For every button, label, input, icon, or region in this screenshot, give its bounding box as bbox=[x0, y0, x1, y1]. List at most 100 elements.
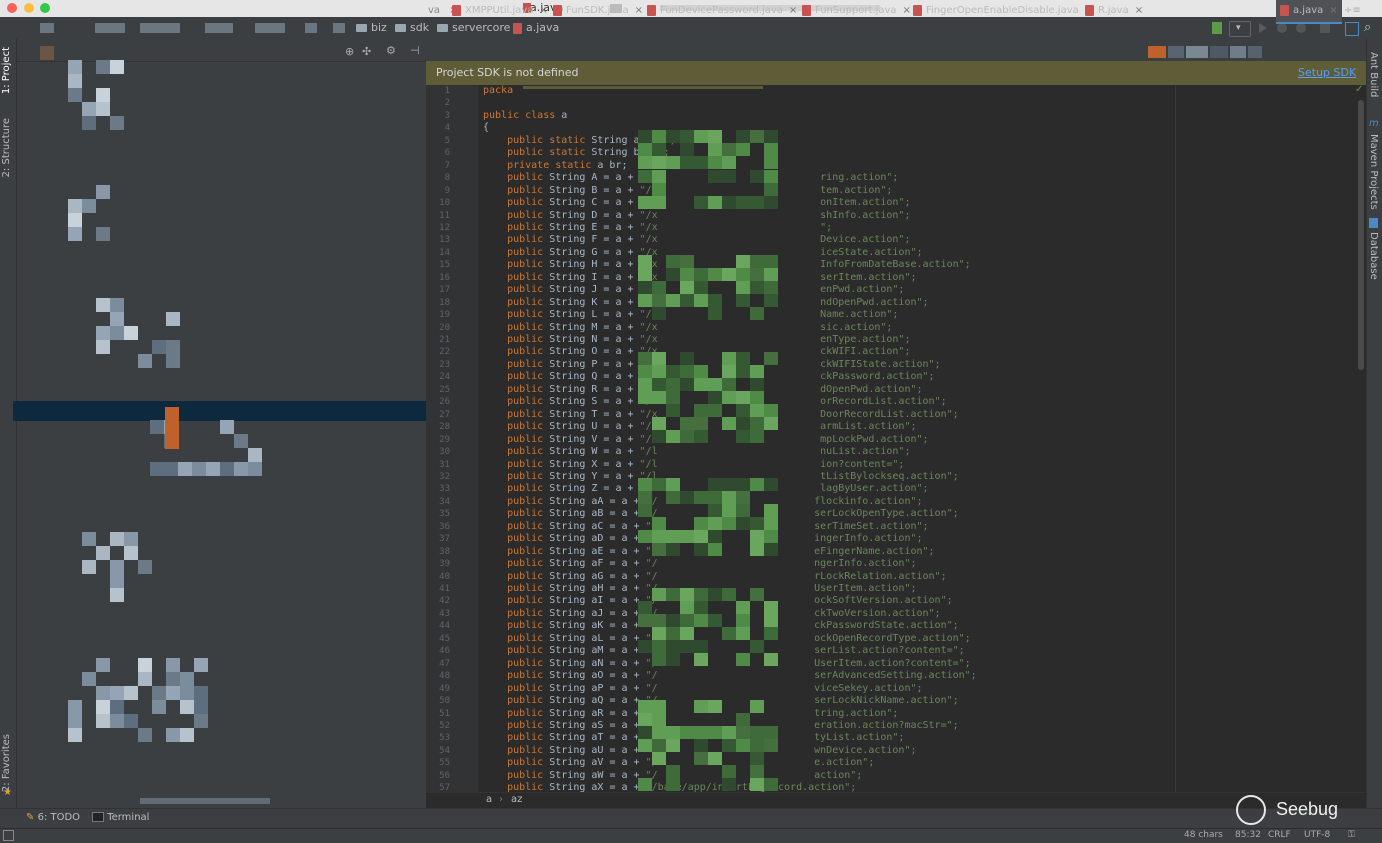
gear-icon[interactable]: ⚙ bbox=[386, 44, 396, 57]
redaction-pixel bbox=[110, 532, 124, 546]
redaction-pixel bbox=[666, 765, 680, 778]
tab-funsdk[interactable]: FunSDK.java × bbox=[553, 0, 643, 22]
zoom-window-button[interactable] bbox=[40, 3, 50, 13]
tool-windows-toggle-icon[interactable] bbox=[3, 830, 14, 841]
breadcrumb-biz[interactable]: biz bbox=[356, 21, 387, 34]
search-icon[interactable]: ⌕ bbox=[1364, 20, 1371, 35]
database-tool-button[interactable]: Database bbox=[1368, 232, 1379, 280]
code-line[interactable]: public String aR = a + "/ tring.action"; bbox=[483, 708, 898, 719]
code-line[interactable]: public String F = a + "/x Device.action"… bbox=[483, 234, 910, 245]
todo-tool-button[interactable]: ✎ 6: TODO bbox=[26, 812, 80, 823]
structure-tool-button[interactable]: 2: Structure bbox=[1, 118, 12, 177]
debug-icon[interactable] bbox=[1277, 23, 1287, 33]
hide-panel-icon[interactable]: ⊣ bbox=[410, 44, 420, 57]
redaction-pixel bbox=[694, 281, 708, 294]
code-line[interactable]: public String L = a + "/x Name.action"; bbox=[483, 309, 898, 320]
code-line[interactable]: public String O = a + "/x ckWIFI.action"… bbox=[483, 346, 910, 357]
code-line[interactable]: public String P = a + "/x ckWIFIState.ac… bbox=[483, 359, 941, 370]
code-line[interactable]: public String aF = a + "/ ngerInfo.actio… bbox=[483, 558, 916, 569]
code-line[interactable]: public class a bbox=[483, 110, 567, 121]
scroll-from-source-icon[interactable]: ⊕ bbox=[345, 45, 354, 58]
terminal-tool-button[interactable]: Terminal bbox=[92, 812, 149, 823]
close-icon[interactable]: × bbox=[789, 5, 797, 16]
code-line[interactable]: public String aP = a + "/ viceSekey.acti… bbox=[483, 683, 922, 694]
editor-scrollbar[interactable] bbox=[1358, 100, 1364, 370]
close-icon[interactable]: × bbox=[1135, 5, 1143, 16]
code-line[interactable]: public String E = a + "/x "; bbox=[483, 222, 832, 233]
maven-projects-tool-button[interactable]: Maven Projects bbox=[1368, 134, 1379, 210]
close-icon[interactable]: × bbox=[635, 5, 643, 16]
close-icon[interactable]: × bbox=[1329, 5, 1337, 16]
redaction-pixel bbox=[638, 130, 652, 143]
run-icon[interactable] bbox=[1259, 23, 1267, 33]
code-line[interactable]: public String N = a + "/x enType.action"… bbox=[483, 334, 910, 345]
ant-build-tool-button[interactable]: Ant Build bbox=[1368, 52, 1379, 97]
tab-fundevicepassword[interactable]: FunDevicePassword.java × bbox=[647, 0, 797, 22]
redaction-pixel bbox=[638, 491, 652, 504]
code-line[interactable]: public String M = a + "/x sic.action"; bbox=[483, 322, 892, 333]
redaction-pixel bbox=[180, 728, 194, 742]
code-line[interactable]: private static a br; bbox=[483, 160, 627, 171]
code-line[interactable]: public String aO = a + "/ serAdvancedSet… bbox=[483, 670, 977, 681]
redaction-pixel bbox=[652, 700, 666, 713]
file-encoding[interactable]: UTF-8 bbox=[1304, 830, 1330, 840]
redaction-pixel bbox=[708, 504, 722, 517]
code-line[interactable]: public String aG = a + "/ rLockRelation.… bbox=[483, 571, 947, 582]
line-number: 9 bbox=[444, 185, 450, 196]
code-line[interactable]: packa bbox=[483, 85, 513, 96]
line-number: 16 bbox=[439, 272, 450, 283]
code-line[interactable]: public String G = a + "/x iceState.actio… bbox=[483, 247, 922, 258]
code-line[interactable]: { bbox=[483, 122, 489, 133]
selected-tree-row[interactable] bbox=[13, 401, 426, 421]
build-icon[interactable] bbox=[1212, 22, 1222, 34]
redaction-pixel bbox=[708, 530, 722, 543]
lock-icon[interactable]: ⚿ bbox=[1348, 830, 1355, 840]
code-line[interactable]: public String X = a + "/l ion?content="; bbox=[483, 459, 904, 470]
seebug-logo-icon bbox=[1236, 795, 1266, 825]
redaction-pixel bbox=[680, 530, 694, 543]
redaction-pixel bbox=[750, 739, 764, 752]
redaction-pixel bbox=[708, 378, 722, 391]
code-line[interactable]: public String aM = a + "/ serList.action… bbox=[483, 645, 965, 656]
project-structure-icon[interactable] bbox=[1345, 22, 1359, 36]
code-line[interactable]: public String A = a + "/p ring.action"; bbox=[483, 172, 898, 183]
profile-icon[interactable] bbox=[1296, 23, 1306, 33]
redaction-pixel bbox=[652, 543, 666, 556]
code-line[interactable]: public String W = a + "/l nuList.action"… bbox=[483, 446, 910, 457]
close-icon[interactable]: × bbox=[539, 5, 547, 16]
breadcrumb-file[interactable]: a.java bbox=[513, 21, 559, 34]
redaction-pixel bbox=[694, 196, 708, 209]
breadcrumb-sdk[interactable]: sdk bbox=[395, 21, 429, 34]
code-line[interactable]: public String B = a + "/x tem.action"; bbox=[483, 185, 892, 196]
tab-xmpputil[interactable]: XMPPUtil.java × bbox=[452, 0, 548, 22]
redaction-pixel bbox=[180, 686, 194, 700]
redaction-pixel bbox=[652, 183, 666, 196]
tab-list-icon[interactable]: ÷≡ bbox=[1344, 0, 1361, 22]
redaction-pixel bbox=[680, 378, 694, 391]
code-line[interactable]: public String aN = a + "/ UserItem.actio… bbox=[483, 658, 971, 669]
code-line[interactable]: public String D = a + "/x shInfo.action"… bbox=[483, 210, 910, 221]
selection-char-count: 48 chars bbox=[1184, 830, 1223, 840]
breadcrumb-servercore[interactable]: servercore bbox=[437, 21, 510, 34]
run-config-dropdown[interactable]: ▾ bbox=[1229, 21, 1251, 37]
tab-funsupport[interactable]: FunSupport.java × bbox=[802, 0, 911, 22]
line-number: 56 bbox=[439, 770, 450, 781]
breadcrumb-member[interactable]: az bbox=[511, 794, 522, 805]
close-window-button[interactable] bbox=[7, 3, 17, 13]
caret-position[interactable]: 85:32 bbox=[1235, 830, 1261, 840]
line-number: 24 bbox=[439, 372, 450, 383]
minimize-window-button[interactable] bbox=[24, 3, 34, 13]
line-separator[interactable]: CRLF bbox=[1268, 830, 1291, 840]
tab-r[interactable]: R.java × bbox=[1085, 0, 1143, 22]
breadcrumb-class[interactable]: a bbox=[486, 794, 492, 805]
favorites-tool-button[interactable]: 2: Favorites bbox=[1, 734, 12, 792]
tab-fingeropenenabledisable[interactable]: FingerOpenEnableDisable.java× bbox=[913, 0, 1093, 22]
line-number: 12 bbox=[439, 222, 450, 233]
setup-sdk-link[interactable]: Setup SDK bbox=[1298, 66, 1356, 79]
stop-icon[interactable] bbox=[1320, 23, 1330, 33]
tab-a-active[interactable]: a.java × bbox=[1276, 0, 1342, 24]
close-icon[interactable]: × bbox=[903, 5, 911, 16]
project-tool-button[interactable]: 1: Project bbox=[1, 47, 12, 94]
redaction-pixel bbox=[680, 640, 694, 653]
collapse-all-icon[interactable]: ✣ bbox=[362, 45, 371, 58]
